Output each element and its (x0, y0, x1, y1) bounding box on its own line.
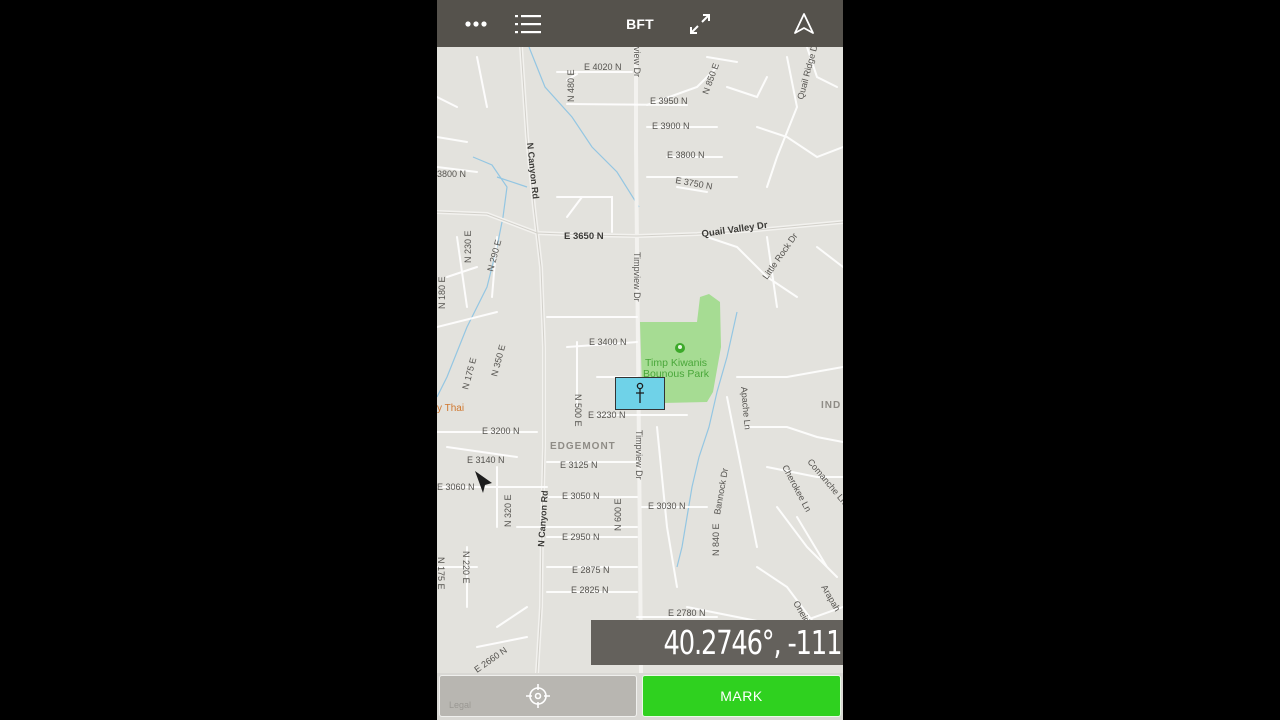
street-label: E 2780 N (668, 608, 706, 618)
locate-button[interactable] (439, 675, 637, 717)
street-label: E 3400 N (589, 337, 627, 347)
navigation-arrow-icon[interactable] (789, 0, 819, 47)
crosshair-icon (526, 684, 550, 708)
street-label: E 3030 N (648, 501, 686, 511)
street-label: N 480 E (566, 69, 576, 102)
street-label: E 3900 N (652, 121, 690, 131)
park-name-line2: Bounous Park (643, 368, 710, 380)
street-label: N 320 E (503, 494, 513, 527)
street-label: E 3050 N (562, 491, 600, 501)
map-app-screen: BFT E 4020 N E 3950 N E 3900 N E 3800 N … (437, 0, 843, 720)
street-label: E 3800 N (667, 150, 705, 160)
restaurant-label: y Thai (437, 403, 464, 414)
street-label: N 175 E (437, 557, 446, 590)
street-label: E 3650 N (564, 231, 604, 242)
page-title: BFT (626, 15, 654, 32)
street-label: E 2825 N (571, 585, 609, 595)
street-label: view Dr (632, 47, 642, 77)
coordinates-text: 40.2746°, -111.6538° (663, 623, 843, 662)
street-label: N 600 E (613, 498, 623, 531)
street-label: E 2950 N (562, 532, 600, 542)
bottom-toolbar: MARK (437, 673, 843, 720)
street-label: Timpview Dr (632, 252, 642, 302)
mark-button[interactable]: MARK (642, 675, 841, 717)
list-icon[interactable] (511, 0, 545, 47)
expand-icon[interactable] (685, 0, 715, 47)
legal-link[interactable]: Legal (449, 700, 471, 710)
street-label: E 3200 N (482, 426, 520, 436)
street-label: N 180 E (437, 276, 447, 309)
street-label: Timpview Dr (634, 430, 644, 480)
street-label: E 3140 N (467, 455, 505, 465)
more-dots-icon[interactable] (459, 0, 493, 47)
street-label: N 500 E (573, 394, 583, 427)
street-label: N 840 E (711, 523, 721, 556)
top-toolbar: BFT (437, 0, 843, 47)
map-view[interactable]: E 4020 N E 3950 N E 3900 N E 3800 N E 37… (437, 47, 843, 673)
coordinates-readout: 40.2746°, -111.6538° (591, 620, 843, 665)
street-label: N 230 E (463, 230, 473, 263)
street-label: E 3125 N (560, 460, 598, 470)
map-canvas[interactable]: E 4020 N E 3950 N E 3900 N E 3800 N E 37… (437, 47, 843, 673)
street-label: N 220 E (461, 551, 471, 584)
street-label: E 3950 N (650, 96, 688, 106)
park-icon (675, 343, 685, 353)
street-label: 3800 N (437, 169, 466, 179)
waypoint-marker[interactable] (615, 377, 665, 410)
street-label: E 3060 N (437, 482, 475, 492)
street-label: E 2875 N (572, 565, 610, 575)
neighborhood-label: EDGEMONT (550, 441, 616, 452)
street-label: E 3230 N (588, 410, 626, 420)
district-label: IND (821, 400, 841, 411)
street-label: E 4020 N (584, 62, 622, 72)
